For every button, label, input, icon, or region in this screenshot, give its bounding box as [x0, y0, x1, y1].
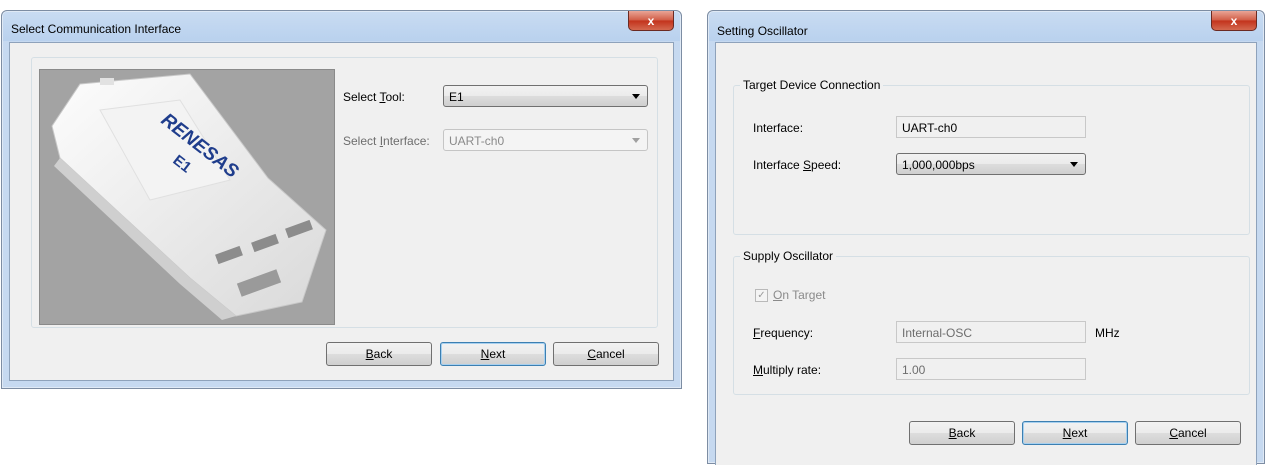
- next-accesskey: N: [480, 347, 490, 361]
- title-bar[interactable]: Select Communication Interface x: [2, 11, 681, 43]
- interface-speed-combobox[interactable]: 1,000,000bps: [896, 153, 1086, 175]
- frequency-unit: MHz: [1095, 326, 1120, 340]
- next-button[interactable]: Next: [440, 342, 546, 366]
- dialog-title: Setting Oscillator: [717, 24, 808, 38]
- multiply-rate-value: 1.00: [902, 363, 926, 377]
- group-title: Supply Oscillator: [740, 249, 837, 263]
- frequency-label: Frequency:: [753, 326, 814, 340]
- select-interface-label: Select Interface:: [343, 134, 430, 148]
- cancel-accesskey: C: [1169, 426, 1178, 440]
- on-target-checkbox[interactable]: ✓: [755, 289, 768, 302]
- interface-field: UART-ch0: [896, 116, 1086, 138]
- cancel-button[interactable]: Cancel: [1135, 421, 1241, 445]
- e1-device-image: RENESAS E1: [39, 69, 335, 325]
- close-button[interactable]: x: [628, 11, 674, 31]
- dialog-title: Select Communication Interface: [11, 22, 182, 36]
- chevron-down-icon: [1070, 162, 1078, 167]
- cancel-label: ancel: [1177, 426, 1207, 440]
- back-accesskey: B: [365, 347, 374, 361]
- selected-tool: E1: [449, 90, 464, 104]
- cancel-label: ancel: [595, 347, 625, 361]
- dialog-client-area: RENESAS E1 Select Tool: E1 Select Interf…: [9, 42, 674, 381]
- selected-interface: UART-ch0: [449, 134, 505, 148]
- dialog-client-area: Target Device Connection Interface: UART…: [715, 42, 1257, 465]
- group-title: Target Device Connection: [740, 78, 884, 92]
- next-button[interactable]: Next: [1022, 421, 1128, 445]
- back-accesskey: B: [948, 426, 957, 440]
- select-interface-combobox[interactable]: UART-ch0: [443, 129, 648, 151]
- select-tool-label: Select Tool:: [343, 90, 405, 104]
- select-communication-interface-dialog: Select Communication Interface x RENESAS…: [1, 10, 682, 389]
- selected-speed: 1,000,000bps: [902, 158, 975, 172]
- interface-speed-label: Interface Speed:: [753, 158, 842, 172]
- chevron-down-icon: [632, 94, 640, 99]
- close-button[interactable]: x: [1211, 11, 1257, 31]
- multiply-rate-label: Multiply rate:: [753, 363, 822, 377]
- close-icon: x: [647, 13, 655, 28]
- next-accesskey: N: [1062, 426, 1072, 440]
- cancel-accesskey: C: [587, 347, 596, 361]
- title-bar[interactable]: Setting Oscillator x: [708, 11, 1264, 43]
- on-target-label: On Target: [773, 288, 826, 302]
- next-label: ext: [1071, 426, 1088, 440]
- interface-label: Interface:: [753, 121, 804, 135]
- next-label: ext: [489, 347, 506, 361]
- setting-oscillator-dialog: Setting Oscillator x Target Device Conne…: [707, 10, 1265, 465]
- close-icon: x: [1230, 13, 1238, 28]
- cancel-button[interactable]: Cancel: [553, 342, 659, 366]
- e1-emulator-picture: RENESAS E1: [51, 73, 327, 320]
- multiply-rate-field[interactable]: 1.00: [896, 358, 1086, 380]
- back-label: ack: [373, 347, 393, 361]
- chevron-down-icon: [632, 138, 640, 143]
- frequency-value: Internal-OSC: [902, 326, 973, 340]
- back-button[interactable]: Back: [326, 342, 432, 366]
- interface-value: UART-ch0: [902, 121, 958, 135]
- back-button[interactable]: Back: [909, 421, 1015, 445]
- select-tool-combobox[interactable]: E1: [443, 85, 648, 107]
- back-label: ack: [956, 426, 976, 440]
- frequency-field[interactable]: Internal-OSC: [896, 321, 1086, 343]
